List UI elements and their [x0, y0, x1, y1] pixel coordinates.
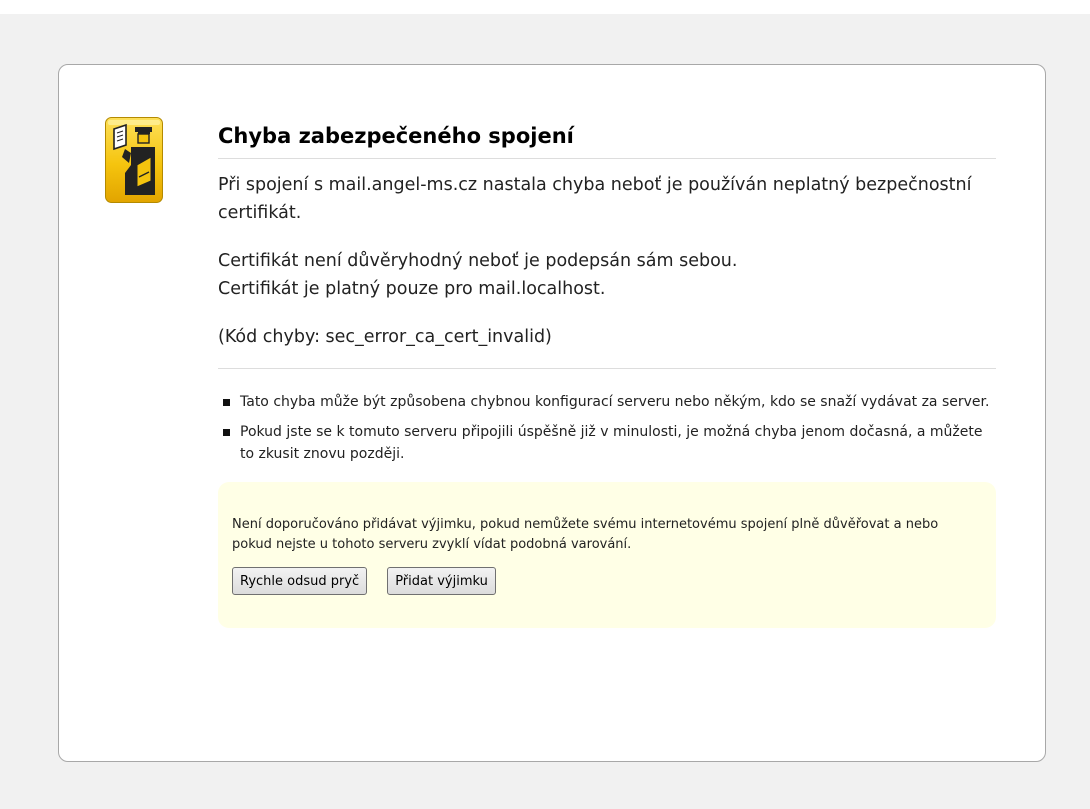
divider	[218, 368, 996, 369]
warning-box: Není doporučováno přidávat výjimku, poku…	[218, 482, 996, 628]
bullet-icon	[223, 429, 230, 436]
certificate-domain-text: Certifikát je platný pouze pro mail.loca…	[218, 279, 606, 299]
list-item: Tato chyba může být způsobena chybnou ko…	[218, 391, 996, 413]
top-strip	[0, 0, 1090, 14]
action-buttons: Rychle odsud pryč Přidat výjimku	[232, 567, 982, 595]
warning-text: Není doporučováno přidávat výjimku, poku…	[232, 517, 939, 552]
add-exception-button[interactable]: Přidat výjimku	[387, 567, 496, 595]
error-code-text: (Kód chyby: sec_error_ca_cert_invalid)	[218, 327, 552, 347]
get-me-out-button[interactable]: Rychle odsud pryč	[232, 567, 368, 595]
list-item-text: Tato chyba může být způsobena chybnou ko…	[240, 394, 990, 410]
list-item: Pokud jste se k tomuto serveru připojili…	[218, 421, 996, 465]
error-description-text: Při spojení s mail.angel-ms.cz nastala c…	[218, 175, 972, 223]
security-officer-icon	[105, 117, 163, 203]
error-title: Chyba zabezpečeného spojení	[218, 123, 996, 159]
list-item-text: Pokud jste se k tomuto serveru připojili…	[240, 424, 983, 462]
error-content: Chyba zabezpečeného spojení Při spojení …	[218, 123, 996, 628]
bullet-icon	[223, 399, 230, 406]
explanation-list: Tato chyba může být způsobena chybnou ko…	[218, 391, 996, 465]
certificate-self-signed-text: Certifikát není důvěryhodný neboť je pod…	[218, 251, 738, 271]
error-card: Chyba zabezpečeného spojení Při spojení …	[58, 64, 1046, 762]
error-description: Při spojení s mail.angel-ms.cz nastala c…	[218, 171, 996, 351]
